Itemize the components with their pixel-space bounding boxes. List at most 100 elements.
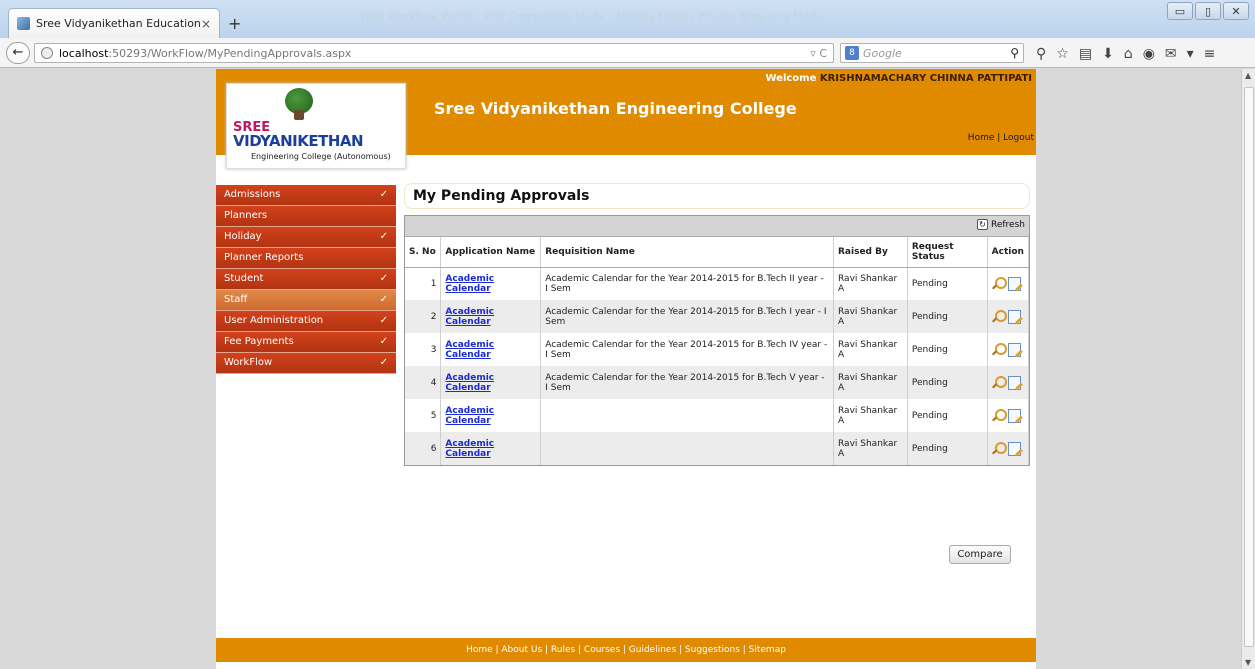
tree-trunk-icon	[294, 110, 304, 120]
sidebar-item-label: Planners	[224, 210, 268, 221]
cell-action	[987, 267, 1030, 300]
view-icon[interactable]	[992, 343, 1007, 356]
grid-toolbar: ↻ Refresh	[405, 216, 1029, 237]
new-tab-button[interactable]: +	[228, 14, 241, 33]
bookmark-star-icon[interactable]: ☆	[1056, 46, 1069, 62]
cell-application: Academic Calendar	[440, 399, 542, 432]
search-icon[interactable]: ⚲	[1036, 46, 1046, 62]
home-link[interactable]: Home	[968, 133, 995, 143]
address-bar[interactable]: localhost :50293/WorkFlow/MyPendingAppro…	[34, 43, 834, 63]
search-icon[interactable]: ⚲	[1010, 46, 1019, 60]
scroll-thumb[interactable]	[1244, 87, 1254, 647]
welcome-text: Welcome KRISHNAMACHARY CHINNA PATTIPATI	[765, 73, 1032, 84]
column-header-sno[interactable]: S. No	[405, 237, 442, 268]
column-header-application[interactable]: Application Name	[440, 237, 542, 268]
scroll-down-icon[interactable]: ▼	[1245, 658, 1251, 667]
application-link[interactable]: Academic Calendar	[445, 307, 494, 327]
application-link[interactable]: Academic Calendar	[445, 406, 494, 426]
close-window-button[interactable]: ✕	[1223, 2, 1249, 20]
home-icon[interactable]: ⌂	[1124, 46, 1133, 62]
cell-application: Academic Calendar	[440, 366, 542, 399]
view-icon[interactable]	[992, 409, 1007, 422]
sidebar-item-holiday[interactable]: Holiday ✓	[216, 227, 396, 248]
college-name: Sree Vidyanikethan Engineering College	[434, 99, 797, 118]
search-box[interactable]: 8 Google ⚲	[840, 43, 1024, 63]
addon-icon[interactable]: ✉	[1165, 46, 1177, 62]
welcome-label: Welcome	[765, 73, 817, 84]
window-controls: ▭ ▯ ✕	[1167, 2, 1249, 20]
cell-application: Academic Calendar	[440, 432, 542, 465]
edit-icon[interactable]	[1007, 309, 1021, 324]
view-icon[interactable]	[992, 310, 1007, 323]
back-button[interactable]: ←	[6, 42, 30, 64]
cell-action	[987, 333, 1030, 366]
table-row: 5 Academic Calendar Ravi Shankar A Pendi…	[405, 399, 1030, 432]
sidebar-item-workflow[interactable]: WorkFlow ✓	[216, 353, 396, 374]
search-engine-icon[interactable]: 8	[845, 46, 859, 60]
chevron-down-icon: ✓	[379, 231, 388, 242]
menu-icon[interactable]: ≡	[1204, 46, 1216, 62]
cell-raised-by: Ravi Shankar A	[833, 366, 908, 399]
browser-titlebar: Sree Vidyanikethan Educational... × + We…	[0, 0, 1255, 38]
dropdown-icon[interactable]: ▾	[1187, 46, 1194, 62]
scroll-up-icon[interactable]: ▲	[1245, 71, 1251, 80]
edit-icon[interactable]	[1007, 342, 1021, 357]
browser-navbar: ← localhost :50293/WorkFlow/MyPendingApp…	[0, 38, 1255, 68]
table-row: 4 Academic Calendar Academic Calendar fo…	[405, 366, 1030, 399]
application-link[interactable]: Academic Calendar	[445, 373, 494, 393]
url-path: :50293/WorkFlow/MyPendingApprovals.aspx	[108, 46, 352, 60]
edit-icon[interactable]	[1007, 408, 1021, 423]
sidebar-item-label: Staff	[224, 294, 248, 305]
cell-raised-by: Ravi Shankar A	[833, 399, 908, 432]
edit-icon[interactable]	[1007, 441, 1021, 456]
vertical-scrollbar[interactable]: ▲ ▼	[1241, 69, 1255, 669]
skype-icon[interactable]: ◉	[1143, 46, 1155, 62]
browser-tab[interactable]: Sree Vidyanikethan Educational... ×	[8, 8, 220, 38]
table-row: 1 Academic Calendar Academic Calendar fo…	[405, 267, 1030, 300]
tab-close-icon[interactable]: ×	[201, 17, 211, 31]
college-logo[interactable]: SREE VIDYANIKETHAN Engineering College (…	[226, 83, 406, 169]
sidebar-item-admissions[interactable]: Admissions ✓	[216, 185, 396, 206]
edit-icon[interactable]	[1007, 276, 1021, 291]
edit-icon[interactable]	[1007, 375, 1021, 390]
logo-line-3: Engineering College (Autonomous)	[251, 152, 391, 161]
column-header-raised-by[interactable]: Raised By	[833, 237, 908, 268]
sidebar-item-fee-payments[interactable]: Fee Payments ✓	[216, 332, 396, 353]
link-separator: |	[997, 133, 1001, 143]
refresh-button[interactable]: ↻ Refresh	[977, 219, 1025, 230]
sidebar-item-staff[interactable]: Staff ✓	[216, 290, 396, 311]
header-links: Home | Logout	[968, 133, 1034, 143]
view-icon[interactable]	[992, 376, 1007, 389]
approvals-grid: ↻ Refresh S. No Application Name Requisi…	[404, 215, 1030, 466]
reload-icon[interactable]: ▿ C	[810, 47, 827, 60]
application-link[interactable]: Academic Calendar	[445, 274, 494, 294]
sidebar-item-planner-reports[interactable]: Planner Reports	[216, 248, 396, 269]
site-footer[interactable]: Home | About Us | Rules | Courses | Guid…	[216, 638, 1036, 662]
cell-raised-by: Ravi Shankar A	[833, 267, 908, 300]
minimize-button[interactable]: ▭	[1167, 2, 1193, 20]
view-icon[interactable]	[992, 277, 1007, 290]
application-link[interactable]: Academic Calendar	[445, 340, 494, 360]
reading-list-icon[interactable]: ▤	[1079, 46, 1092, 62]
column-header-requisition[interactable]: Requisition Name	[540, 237, 834, 268]
sidebar-item-student[interactable]: Student ✓	[216, 269, 396, 290]
column-header-status[interactable]: Request Status	[907, 237, 988, 268]
table-row: 3 Academic Calendar Academic Calendar fo…	[405, 333, 1030, 366]
maximize-button[interactable]: ▯	[1195, 2, 1221, 20]
table-row: 6 Academic Calendar Ravi Shankar A Pendi…	[405, 432, 1030, 465]
logout-link[interactable]: Logout	[1003, 133, 1034, 143]
download-icon[interactable]: ⬇	[1102, 46, 1114, 62]
chevron-down-icon: ✓	[379, 294, 388, 305]
compare-button[interactable]: Compare	[949, 545, 1011, 564]
browser-toolbar-icons: ⚲ ☆ ▤ ⬇ ⌂ ◉ ✉ ▾ ≡	[1036, 46, 1215, 62]
refresh-icon: ↻	[977, 219, 988, 230]
sidebar-item-user-administration[interactable]: User Administration ✓	[216, 311, 396, 332]
application-link[interactable]: Academic Calendar	[445, 439, 494, 459]
sidebar-item-label: Holiday	[224, 231, 262, 242]
site-header: SREE VIDYANIKETHAN Engineering College (…	[216, 69, 1036, 169]
table-row: 2 Academic Calendar Academic Calendar fo…	[405, 300, 1030, 333]
view-icon[interactable]	[992, 442, 1007, 455]
sidebar-item-planners[interactable]: Planners	[216, 206, 396, 227]
cell-requisition	[540, 432, 834, 465]
cell-raised-by: Ravi Shankar A	[833, 333, 908, 366]
